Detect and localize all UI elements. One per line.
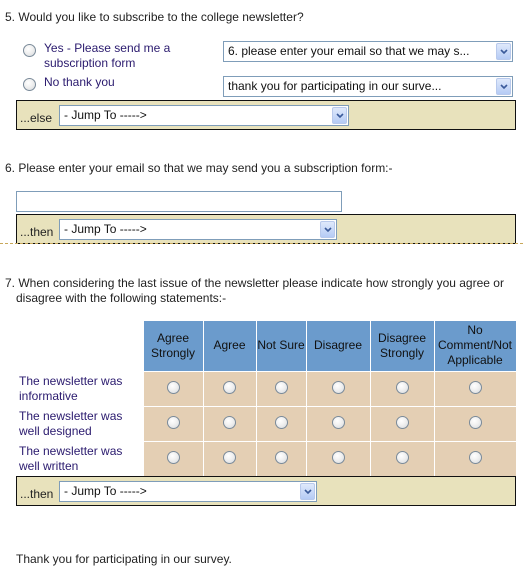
matrix-cell[interactable] xyxy=(433,370,517,407)
radio-button[interactable] xyxy=(395,415,409,429)
radio-button[interactable] xyxy=(395,450,409,464)
select-value: thank you for participating in our surve… xyxy=(228,79,442,93)
q7-title-line2: disagree with the following statements:- xyxy=(16,291,227,305)
select-value: - Jump To -----> xyxy=(64,484,147,498)
matrix-corner xyxy=(15,321,143,371)
then-label: ...then xyxy=(20,225,54,239)
col-header: Disagree Strongly xyxy=(369,321,435,371)
radio-button[interactable] xyxy=(23,44,36,57)
q5-else-bar: ...else - Jump To -----> xyxy=(16,100,516,130)
q5-yes-jump-select[interactable]: 6. please enter your email so that we ma… xyxy=(223,41,513,62)
matrix-header-row: Agree Strongly Agree Not Sure Disagree D… xyxy=(15,321,517,371)
matrix-cell[interactable] xyxy=(255,370,307,407)
radio-button[interactable] xyxy=(223,380,236,394)
likert-matrix: Agree Strongly Agree Not Sure Disagree D… xyxy=(15,321,517,477)
q5-else-jump-select[interactable]: - Jump To -----> xyxy=(59,105,349,126)
matrix-cell[interactable] xyxy=(142,405,204,442)
matrix-cell[interactable] xyxy=(202,440,257,477)
email-input[interactable] xyxy=(16,191,342,212)
q7-then-jump-select[interactable]: - Jump To -----> xyxy=(59,481,317,502)
chevron-down-icon[interactable] xyxy=(496,43,511,60)
chevron-down-icon[interactable] xyxy=(320,221,335,238)
q6-then-jump-select[interactable]: - Jump To -----> xyxy=(59,219,337,240)
closing-message: Thank you for participating in our surve… xyxy=(16,552,232,566)
radio-button[interactable] xyxy=(166,415,180,429)
matrix-cell[interactable] xyxy=(369,405,435,442)
matrix-cell[interactable] xyxy=(369,370,435,407)
radio-button[interactable] xyxy=(223,415,236,429)
radio-button[interactable] xyxy=(468,415,482,429)
q5-option-yes[interactable]: Yes - Please send me a subscription form xyxy=(23,41,193,71)
then-label: ...then xyxy=(20,487,54,501)
section-divider xyxy=(0,243,523,244)
option-label: No thank you xyxy=(44,75,115,89)
row-label: The newsletter was informative xyxy=(19,373,123,403)
col-header: Agree xyxy=(202,321,257,371)
col-header: Agree Strongly xyxy=(142,321,204,371)
radio-button[interactable] xyxy=(331,415,345,429)
select-value: - Jump To -----> xyxy=(64,108,147,122)
row-label: The newsletter was well written xyxy=(19,443,123,473)
col-header: No Comment/Not Applicable xyxy=(433,321,517,371)
radio-button[interactable] xyxy=(331,380,345,394)
q7-title: 7. When considering the last issue of th… xyxy=(5,276,504,306)
q7-then-bar: ...then - Jump To -----> xyxy=(16,476,516,506)
col-header: Not Sure xyxy=(255,321,307,371)
else-label: ...else xyxy=(20,111,53,125)
matrix-cell[interactable] xyxy=(433,440,517,477)
matrix-cell[interactable] xyxy=(142,370,204,407)
q5-option-no[interactable]: No thank you xyxy=(23,75,193,91)
q6-title: 6. Please enter your email so that we ma… xyxy=(5,161,393,175)
matrix-cell[interactable] xyxy=(305,370,371,407)
q6-then-bar: ...then - Jump To -----> xyxy=(16,214,516,244)
select-value: 6. please enter your email so that we ma… xyxy=(228,44,470,58)
matrix-row: The newsletter was well designed xyxy=(15,405,517,442)
row-label: The newsletter was well designed xyxy=(19,408,123,438)
col-header: Disagree xyxy=(305,321,371,371)
chevron-down-icon[interactable] xyxy=(496,78,511,95)
radio-button[interactable] xyxy=(274,415,288,429)
radio-button[interactable] xyxy=(468,380,482,394)
chevron-down-icon[interactable] xyxy=(332,107,347,124)
radio-button[interactable] xyxy=(23,78,36,91)
option-label: Yes - Please send me a subscription form xyxy=(44,41,171,70)
matrix-cell[interactable] xyxy=(305,440,371,477)
matrix-cell[interactable] xyxy=(255,405,307,442)
q5-title: 5. Would you like to subscribe to the co… xyxy=(5,10,304,24)
radio-button[interactable] xyxy=(468,450,482,464)
matrix-cell[interactable] xyxy=(433,405,517,442)
radio-button[interactable] xyxy=(166,450,180,464)
matrix-cell[interactable] xyxy=(305,405,371,442)
q5-no-jump-select[interactable]: thank you for participating in our surve… xyxy=(223,76,513,97)
matrix-cell[interactable] xyxy=(369,440,435,477)
select-value: - Jump To -----> xyxy=(64,222,147,236)
matrix-row: The newsletter was well written xyxy=(15,440,517,477)
matrix-cell[interactable] xyxy=(255,440,307,477)
radio-button[interactable] xyxy=(331,450,345,464)
radio-button[interactable] xyxy=(166,380,180,394)
radio-button[interactable] xyxy=(274,450,288,464)
matrix-cell[interactable] xyxy=(202,405,257,442)
radio-button[interactable] xyxy=(223,450,236,464)
matrix-cell[interactable] xyxy=(142,440,204,477)
radio-button[interactable] xyxy=(274,380,288,394)
radio-button[interactable] xyxy=(395,380,409,394)
chevron-down-icon[interactable] xyxy=(300,483,315,500)
matrix-row: The newsletter was informative xyxy=(15,370,517,407)
q7-title-line1: 7. When considering the last issue of th… xyxy=(5,276,504,290)
matrix-cell[interactable] xyxy=(202,370,257,407)
